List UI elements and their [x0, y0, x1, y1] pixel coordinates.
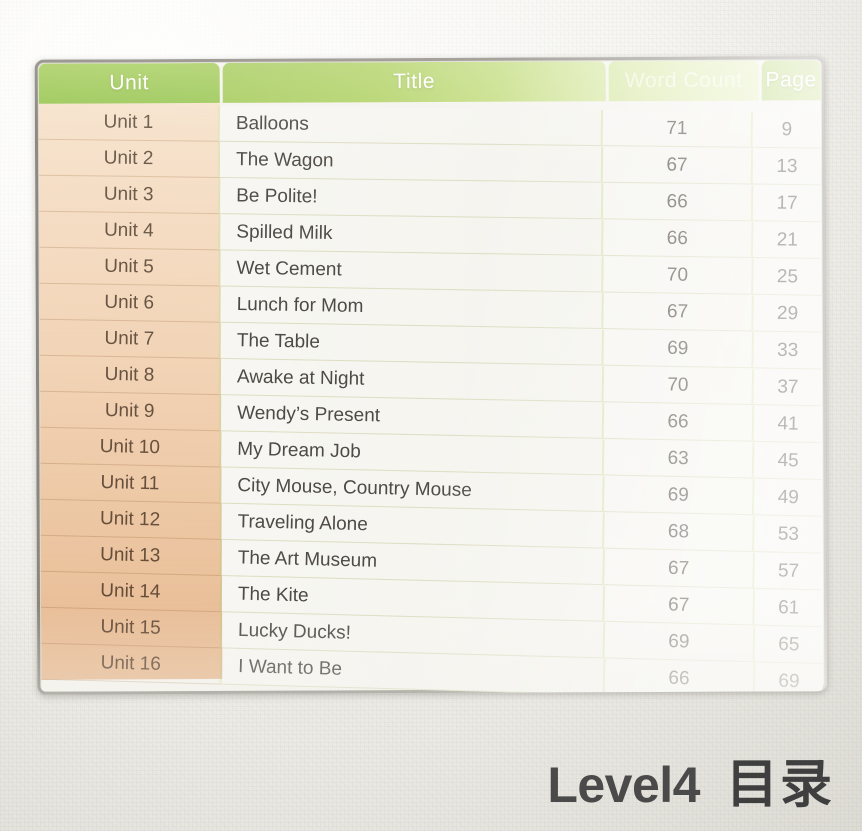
cell-unit: Unit 15 [40, 607, 223, 649]
cell-title: Lunch for Mom [220, 286, 604, 330]
cell-unit: Unit 7 [39, 319, 222, 359]
cell-unit: Unit 9 [39, 391, 222, 432]
cell-title: Wet Cement [220, 250, 604, 293]
cell-word-count: 70 [603, 256, 754, 295]
cell-title: Be Polite! [219, 178, 604, 220]
cell-unit: Unit 5 [39, 247, 221, 287]
cell-unit: Unit 13 [40, 535, 223, 577]
cell-word-count: 67 [602, 146, 754, 185]
cell-unit: Unit 16 [40, 643, 223, 685]
cell-word-count: 66 [604, 658, 756, 695]
cell-word-count: 69 [604, 622, 756, 663]
cell-page: 57 [754, 552, 823, 591]
cell-unit: Unit 4 [39, 211, 221, 251]
cell-word-count: 67 [604, 585, 756, 626]
cell-word-count: 66 [603, 219, 754, 259]
cell-page: 37 [753, 369, 823, 407]
table-body: Unit 1 Balloons 71 9 Unit 2 The Wagon 67 13 Unit… [38, 100, 824, 695]
cell-unit: Unit 11 [40, 463, 222, 504]
cell-page: 29 [753, 295, 822, 333]
cell-unit: Unit 12 [40, 499, 222, 540]
cell-word-count: 70 [603, 366, 755, 406]
cell-page: 49 [753, 479, 823, 517]
cell-unit: Unit 10 [39, 427, 222, 468]
cell-word-count: 69 [603, 476, 755, 516]
cell-word-count: 66 [603, 402, 755, 442]
cell-page: 25 [753, 258, 822, 296]
caption-section-label: 目录 [725, 755, 834, 815]
cell-page: 45 [753, 442, 823, 480]
cell-word-count: 67 [604, 549, 756, 589]
table-of-contents-frame: Unit Title Word Count Page Unit 1 Balloon… [34, 56, 828, 695]
cell-page: 69 [754, 663, 824, 695]
cell-page: 33 [753, 332, 823, 370]
cell-unit: Unit 6 [39, 283, 221, 323]
cell-unit: Unit 1 [38, 103, 221, 142]
cell-word-count: 69 [603, 329, 755, 369]
cell-page: 17 [752, 185, 822, 223]
column-header-unit[interactable]: Unit [38, 62, 220, 104]
column-header-word-count[interactable]: Word Count [608, 60, 759, 102]
cell-word-count: 66 [602, 183, 754, 222]
cell-page: 61 [754, 589, 824, 628]
table-rows-container: Unit 1 Balloons 71 9 Unit 2 The Wagon 67 13 Unit… [38, 100, 824, 695]
cell-unit: Unit 3 [38, 175, 221, 215]
table-header-row: Unit Title Word Count Page [38, 60, 821, 104]
cell-word-count: 67 [603, 293, 754, 332]
column-header-title[interactable]: Title [222, 61, 606, 103]
cell-unit: Unit 2 [38, 139, 221, 178]
cell-page: 21 [753, 222, 822, 260]
cell-page: 53 [754, 516, 823, 554]
cell-title: Balloons [219, 105, 604, 147]
cell-word-count: 71 [602, 110, 754, 148]
column-header-page[interactable]: Page [761, 60, 821, 101]
cell-page: 65 [754, 626, 824, 665]
caption-level-label: Level4 [547, 757, 700, 813]
cell-page: 9 [752, 111, 822, 149]
table-of-contents-inner: Unit Title Word Count Page Unit 1 Balloon… [38, 60, 824, 695]
cell-word-count: 63 [603, 439, 755, 479]
cell-unit: Unit 8 [39, 355, 222, 396]
caption: Level4 目录 [547, 742, 834, 817]
cell-unit: Unit 14 [40, 571, 223, 613]
cell-title: Spilled Milk [220, 214, 604, 256]
cell-page: 13 [752, 148, 822, 186]
cell-word-count: 68 [604, 512, 755, 553]
cell-title: The Wagon [219, 141, 604, 183]
cell-page: 41 [753, 405, 823, 444]
